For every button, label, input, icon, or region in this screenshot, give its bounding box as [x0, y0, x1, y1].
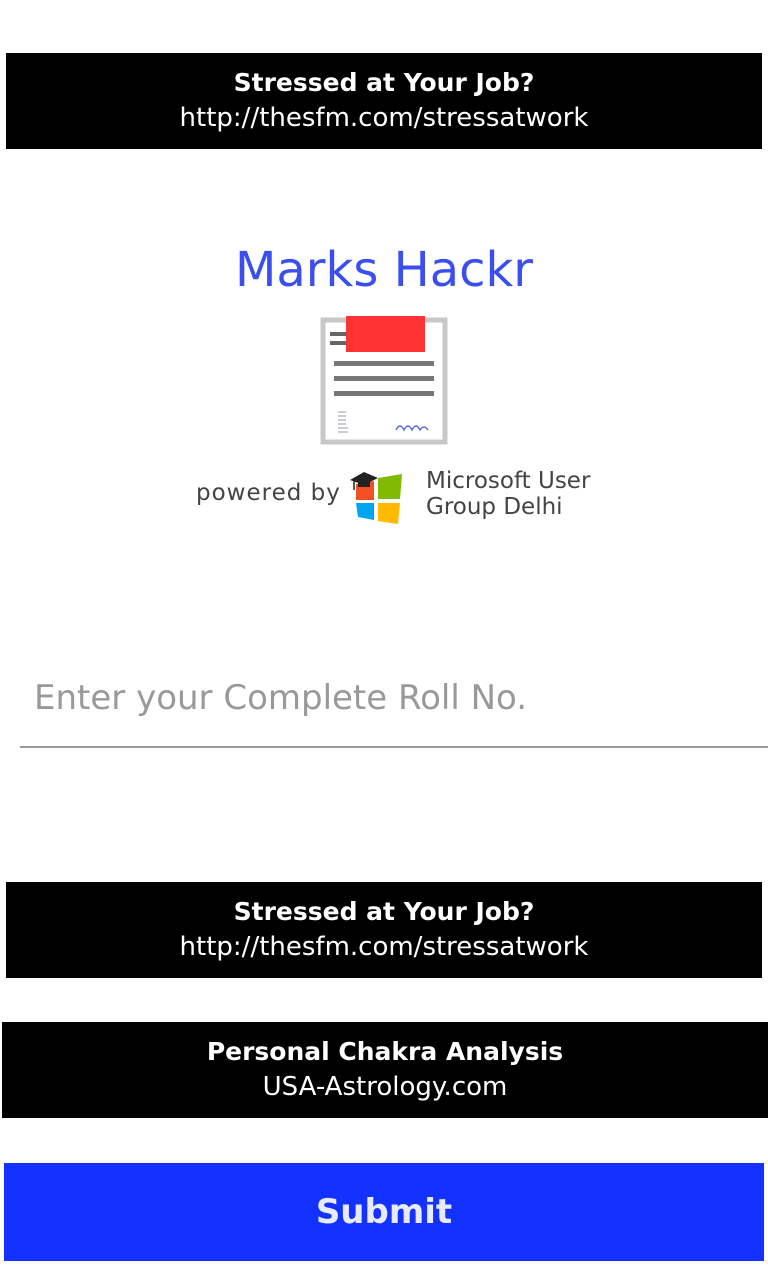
- powered-by-row: powered by Microsoft User Group Delhi: [196, 468, 616, 528]
- ad-title: Personal Chakra Analysis: [206, 1037, 564, 1066]
- ad-banner-middle[interactable]: Stressed at Your Job? http://thesfm.com/…: [6, 882, 762, 978]
- org-name: Microsoft User Group Delhi: [426, 468, 590, 520]
- report-card-icon: [320, 316, 448, 445]
- ad-banner-top[interactable]: Stressed at Your Job? http://thesfm.com/…: [6, 53, 762, 149]
- ad-url: USA-Astrology.com: [262, 1072, 508, 1102]
- roll-number-input[interactable]: [20, 650, 768, 748]
- ad-url: http://thesfm.com/stressatwork: [179, 932, 589, 962]
- ad-banner-bottom[interactable]: Personal Chakra Analysis USA-Astrology.c…: [2, 1022, 768, 1118]
- ad-title: Stressed at Your Job?: [233, 897, 535, 926]
- org-name-line1: Microsoft User: [426, 468, 591, 494]
- powered-by-label: powered by: [196, 480, 341, 506]
- org-name-line2: Group Delhi: [426, 494, 563, 520]
- ad-url: http://thesfm.com/stressatwork: [179, 103, 589, 133]
- submit-button[interactable]: Submit: [4, 1163, 764, 1261]
- ad-title: Stressed at Your Job?: [233, 68, 535, 97]
- windows-graduation-cap-logo: [350, 472, 402, 524]
- app-title: Marks Hackr: [234, 242, 534, 298]
